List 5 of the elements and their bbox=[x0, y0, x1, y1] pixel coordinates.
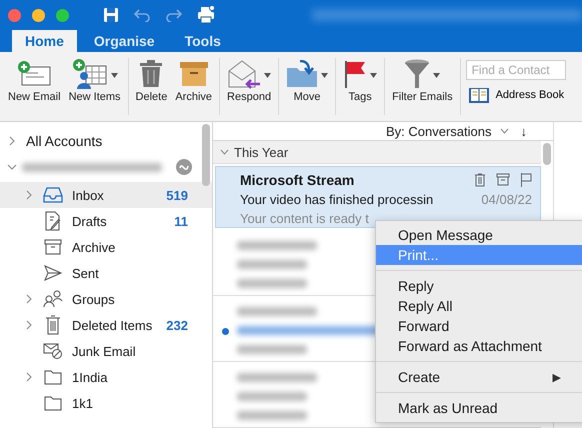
message-date: 04/08/22 bbox=[481, 192, 532, 207]
message-preview: Your content is ready t bbox=[240, 211, 370, 226]
message-subject: Your video has finished processin bbox=[240, 192, 434, 207]
message-sender: Microsoft Stream bbox=[240, 172, 354, 188]
submenu-arrow: ▶ bbox=[552, 370, 561, 384]
